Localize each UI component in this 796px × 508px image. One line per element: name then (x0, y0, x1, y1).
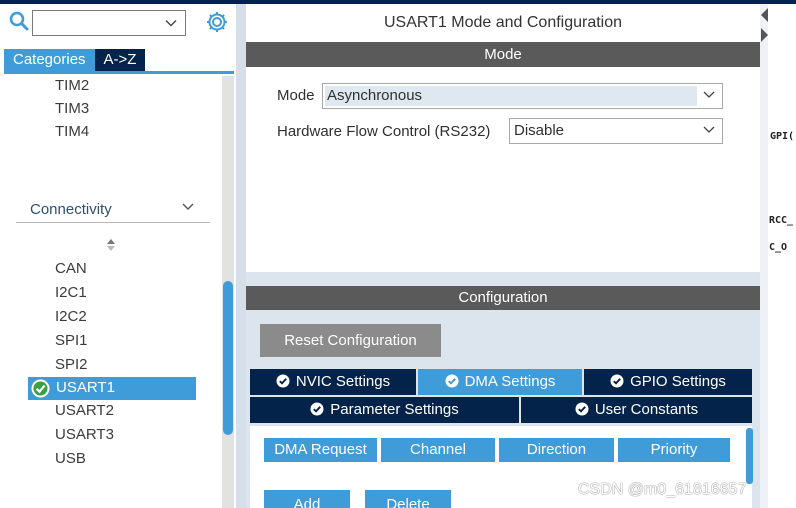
tab-user-constants[interactable]: User Constants (521, 397, 752, 423)
panel-splitter[interactable] (236, 4, 246, 508)
left-scrollbar-thumb[interactable] (223, 281, 233, 435)
tree-item-i2c2[interactable]: I2C2 (55, 308, 87, 326)
section-divider[interactable] (246, 272, 760, 286)
tree-item-usb[interactable]: USB (55, 450, 86, 468)
connectivity-category-header[interactable]: Connectivity (16, 197, 210, 223)
tab-label: User Constants (594, 401, 699, 418)
check-circle-icon (31, 379, 50, 398)
add-dma-request-button[interactable]: Add (264, 490, 350, 508)
tab-parameter-settings[interactable]: Parameter Settings (250, 397, 519, 423)
configuration-section: Reset Configuration NVIC Settings DMA Se… (246, 310, 760, 508)
tab-categories[interactable]: Categories (4, 49, 95, 71)
panel-title: USART1 Mode and Configuration (383, 14, 623, 31)
tree-item-tim4[interactable]: TIM4 (55, 123, 89, 141)
sort-icon[interactable] (106, 238, 116, 252)
categories-panel: Categories A->Z TIM2 TIM3 TIM4 Connectiv… (0, 4, 236, 508)
mode-configuration-panel: USART1 Mode and Configuration Mode Mode … (246, 4, 760, 508)
check-circle-icon (276, 374, 290, 388)
mode-section: Mode Asynchronous Hardware Flow Control … (246, 67, 760, 272)
column-header-direction[interactable]: Direction (499, 438, 614, 462)
tree-item-spi1[interactable]: SPI1 (55, 332, 88, 350)
expand-right-icon[interactable] (761, 28, 768, 42)
mode-section-header: Mode (246, 42, 760, 67)
tree-item-spi2[interactable]: SPI2 (55, 356, 88, 374)
search-icon[interactable] (8, 10, 30, 32)
hardware-flow-control-label: Hardware Flow Control (RS232) (277, 123, 491, 140)
chevron-down-icon[interactable] (165, 17, 177, 29)
pinout-divider[interactable] (760, 4, 768, 508)
tree-item-tim3[interactable]: TIM3 (55, 100, 89, 118)
category-tabs: Categories A->Z (4, 49, 146, 71)
chevron-down-icon[interactable] (182, 203, 194, 211)
chevron-down-icon[interactable] (703, 126, 715, 134)
tab-label: DMA Settings (464, 373, 556, 390)
column-header-priority[interactable]: Priority (618, 438, 730, 462)
pin-label-rcc-osc: C_O (769, 242, 788, 253)
mode-select-value: Asynchronous (325, 86, 697, 106)
tree-item-can[interactable]: CAN (55, 260, 87, 278)
tree-item-i2c1[interactable]: I2C1 (55, 284, 87, 302)
configuration-scrollbar-thumb[interactable] (746, 428, 753, 484)
configuration-section-header: Configuration (246, 286, 760, 310)
pin-label-gpio: GPI( (770, 131, 795, 142)
hardware-flow-control-value: Disable (514, 122, 565, 139)
pin-label-rcc: RCC_ (769, 215, 794, 226)
tree-item-usart3[interactable]: USART3 (55, 426, 114, 444)
tab-label: GPIO Settings (630, 373, 726, 390)
collapse-left-icon[interactable] (761, 8, 768, 22)
mode-select[interactable]: Asynchronous (322, 83, 723, 109)
connectivity-label: Connectivity (30, 201, 112, 218)
column-header-channel[interactable]: Channel (381, 438, 495, 462)
csdn-watermark: CSDN @m0_61816657 (578, 481, 747, 498)
tab-gpio-settings[interactable]: GPIO Settings (584, 369, 752, 395)
reset-configuration-button[interactable]: Reset Configuration (260, 324, 441, 357)
check-circle-icon (445, 374, 459, 388)
mode-label: Mode (277, 87, 315, 104)
check-circle-icon (310, 402, 324, 416)
delete-dma-request-button[interactable]: Delete (365, 490, 451, 508)
hardware-flow-control-select[interactable]: Disable (509, 118, 723, 144)
tree-item-usart2[interactable]: USART2 (55, 402, 114, 420)
gear-icon[interactable] (205, 10, 229, 34)
tree-item-usart1-selected[interactable]: USART1 (28, 377, 196, 400)
tree-item-label: USART1 (56, 379, 115, 396)
search-input[interactable] (37, 12, 157, 34)
tab-label: NVIC Settings (295, 373, 391, 390)
tab-underline (4, 71, 234, 74)
column-header-dma-request[interactable]: DMA Request (264, 438, 377, 462)
tab-dma-settings[interactable]: DMA Settings (418, 369, 582, 395)
tree-item-tim2[interactable]: TIM2 (55, 77, 89, 95)
search-combobox[interactable] (32, 10, 186, 36)
check-circle-icon (575, 402, 589, 416)
tab-nvic-settings[interactable]: NVIC Settings (250, 369, 416, 395)
tab-label: Parameter Settings (330, 401, 459, 418)
tab-a-to-z[interactable]: A->Z (94, 49, 146, 71)
check-circle-icon (610, 374, 624, 388)
chevron-down-icon[interactable] (703, 91, 715, 99)
